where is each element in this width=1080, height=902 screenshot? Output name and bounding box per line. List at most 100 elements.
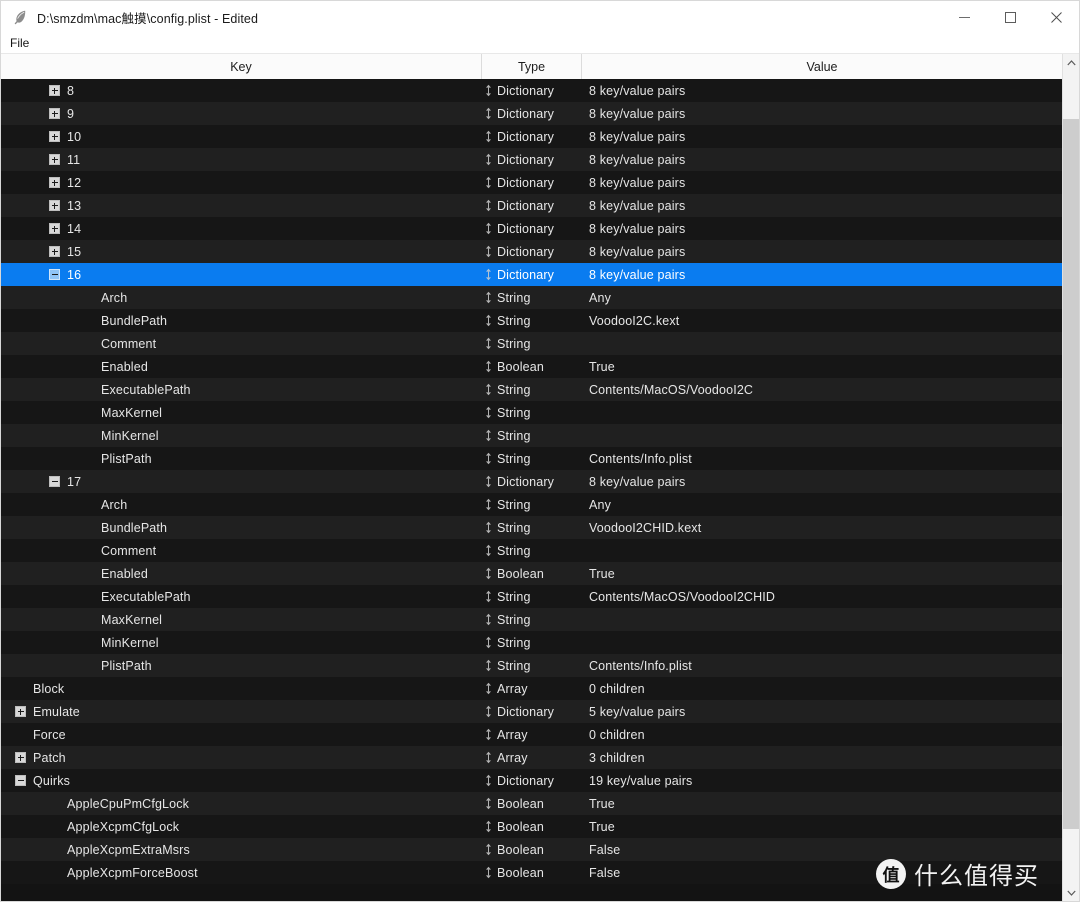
table-row[interactable]: Arch String Any xyxy=(1,286,1062,309)
cell-type[interactable]: Dictionary xyxy=(482,240,586,263)
table-row[interactable]: Arch String Any xyxy=(1,493,1062,516)
close-button[interactable] xyxy=(1033,1,1079,33)
cell-type[interactable]: String xyxy=(482,332,586,355)
cell-type[interactable]: Dictionary xyxy=(482,217,586,240)
cell-type[interactable]: Boolean xyxy=(482,562,586,585)
cell-value[interactable]: VoodooI2C.kext xyxy=(586,309,1062,332)
cell-type[interactable]: String xyxy=(482,493,586,516)
cell-key[interactable]: AppleXcpmCfgLock xyxy=(1,815,482,838)
cell-key[interactable]: Arch xyxy=(1,493,482,516)
cell-value[interactable]: False xyxy=(586,838,1062,861)
table-row[interactable]: Block Array 0 children xyxy=(1,677,1062,700)
cell-value[interactable]: Any xyxy=(586,286,1062,309)
cell-key[interactable]: Emulate xyxy=(1,700,482,723)
table-row[interactable]: Comment String xyxy=(1,539,1062,562)
table-row[interactable]: 15 Dictionary 8 key/value pairs xyxy=(1,240,1062,263)
cell-type[interactable]: String xyxy=(482,631,586,654)
table-row[interactable]: Enabled Boolean True xyxy=(1,355,1062,378)
chevron-down-icon[interactable] xyxy=(1063,884,1079,901)
cell-value[interactable]: 8 key/value pairs xyxy=(586,263,1062,286)
table-row[interactable]: Enabled Boolean True xyxy=(1,562,1062,585)
cell-key[interactable]: Block xyxy=(1,677,482,700)
cell-type[interactable]: String xyxy=(482,424,586,447)
table-row[interactable]: Patch Array 3 children xyxy=(1,746,1062,769)
cell-key[interactable]: 16 xyxy=(1,263,482,286)
table-row[interactable]: BundlePath String VoodooI2C.kext xyxy=(1,309,1062,332)
cell-value[interactable] xyxy=(586,539,1062,562)
cell-key[interactable]: PlistPath xyxy=(1,447,482,470)
cell-value[interactable]: True xyxy=(586,792,1062,815)
cell-value[interactable]: 8 key/value pairs xyxy=(586,194,1062,217)
cell-value[interactable] xyxy=(586,401,1062,424)
table-row[interactable]: MinKernel String xyxy=(1,424,1062,447)
cell-key[interactable]: PlistPath xyxy=(1,654,482,677)
table-row[interactable]: MinKernel String xyxy=(1,631,1062,654)
cell-type[interactable]: String xyxy=(482,447,586,470)
cell-key[interactable]: MaxKernel xyxy=(1,401,482,424)
cell-value[interactable]: 0 children xyxy=(586,723,1062,746)
cell-type[interactable]: String xyxy=(482,539,586,562)
cell-type[interactable]: Dictionary xyxy=(482,769,586,792)
maximize-button[interactable] xyxy=(987,1,1033,33)
cell-type[interactable]: Dictionary xyxy=(482,171,586,194)
cell-value[interactable]: Contents/Info.plist xyxy=(586,447,1062,470)
expand-icon[interactable] xyxy=(49,154,60,165)
cell-value[interactable]: Any xyxy=(586,493,1062,516)
cell-key[interactable]: 15 xyxy=(1,240,482,263)
cell-key[interactable]: 10 xyxy=(1,125,482,148)
collapse-icon[interactable] xyxy=(49,476,60,487)
cell-type[interactable]: Dictionary xyxy=(482,194,586,217)
collapse-icon[interactable] xyxy=(49,269,60,280)
expand-icon[interactable] xyxy=(49,223,60,234)
expand-icon[interactable] xyxy=(15,752,26,763)
table-row[interactable]: 17 Dictionary 8 key/value pairs xyxy=(1,470,1062,493)
cell-value[interactable]: 5 key/value pairs xyxy=(586,700,1062,723)
cell-key[interactable]: Quirks xyxy=(1,769,482,792)
cell-type[interactable]: Boolean xyxy=(482,861,586,884)
table-row[interactable]: 8 Dictionary 8 key/value pairs xyxy=(1,79,1062,102)
cell-key[interactable]: 17 xyxy=(1,470,482,493)
cell-value[interactable]: 8 key/value pairs xyxy=(586,470,1062,493)
cell-key[interactable]: Enabled xyxy=(1,355,482,378)
cell-value[interactable]: False xyxy=(586,861,1062,884)
cell-value[interactable]: Contents/MacOS/VoodooI2CHID xyxy=(586,585,1062,608)
cell-key[interactable]: ExecutablePath xyxy=(1,585,482,608)
cell-type[interactable]: String xyxy=(482,585,586,608)
cell-type[interactable]: Dictionary xyxy=(482,700,586,723)
cell-key[interactable]: Patch xyxy=(1,746,482,769)
cell-type[interactable]: Array xyxy=(482,746,586,769)
collapse-icon[interactable] xyxy=(15,775,26,786)
cell-value[interactable]: 8 key/value pairs xyxy=(586,240,1062,263)
table-row[interactable]: AppleXcpmCfgLock Boolean True xyxy=(1,815,1062,838)
table-row[interactable]: PlistPath String Contents/Info.plist xyxy=(1,654,1062,677)
cell-type[interactable]: String xyxy=(482,654,586,677)
expand-icon[interactable] xyxy=(49,200,60,211)
column-header-key[interactable]: Key xyxy=(1,54,482,79)
cell-value[interactable]: Contents/Info.plist xyxy=(586,654,1062,677)
cell-type[interactable]: Dictionary xyxy=(482,263,586,286)
expand-icon[interactable] xyxy=(49,177,60,188)
cell-type[interactable]: String xyxy=(482,401,586,424)
cell-type[interactable]: String xyxy=(482,286,586,309)
cell-type[interactable]: String xyxy=(482,309,586,332)
chevron-up-icon[interactable] xyxy=(1063,54,1079,71)
table-row[interactable]: AppleCpuPmCfgLock Boolean True xyxy=(1,792,1062,815)
cell-value[interactable]: 8 key/value pairs xyxy=(586,171,1062,194)
table-row[interactable]: PlistPath String Contents/Info.plist xyxy=(1,447,1062,470)
cell-type[interactable]: Dictionary xyxy=(482,102,586,125)
cell-key[interactable]: AppleXcpmForceBoost xyxy=(1,861,482,884)
cell-value[interactable]: Contents/MacOS/VoodooI2C xyxy=(586,378,1062,401)
cell-value[interactable]: VoodooI2CHID.kext xyxy=(586,516,1062,539)
cell-key[interactable]: 8 xyxy=(1,79,482,102)
cell-type[interactable]: Dictionary xyxy=(482,148,586,171)
table-row[interactable]: BundlePath String VoodooI2CHID.kext xyxy=(1,516,1062,539)
expand-icon[interactable] xyxy=(49,131,60,142)
expand-icon[interactable] xyxy=(15,706,26,717)
cell-value[interactable]: True xyxy=(586,355,1062,378)
table-row[interactable]: AppleXcpmExtraMsrs Boolean False xyxy=(1,838,1062,861)
expand-icon[interactable] xyxy=(49,246,60,257)
scrollbar-thumb[interactable] xyxy=(1063,119,1079,829)
table-row[interactable]: ExecutablePath String Contents/MacOS/Voodo… xyxy=(1,585,1062,608)
cell-value[interactable] xyxy=(586,631,1062,654)
cell-type[interactable]: Array xyxy=(482,677,586,700)
